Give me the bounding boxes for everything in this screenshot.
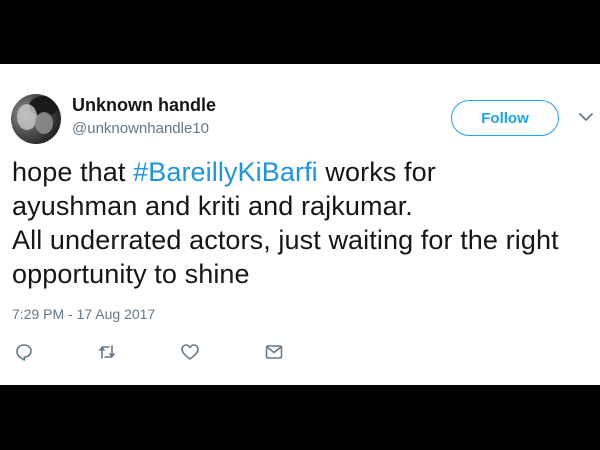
follow-button[interactable]: Follow <box>451 100 559 136</box>
display-name[interactable]: Unknown handle <box>72 95 216 116</box>
reply-icon[interactable] <box>14 342 34 362</box>
tweet-line-4: opportunity to shine <box>12 259 250 289</box>
direct-message-icon[interactable] <box>264 342 284 362</box>
avatar[interactable] <box>11 94 61 144</box>
user-handle[interactable]: @unknownhandle10 <box>72 120 209 137</box>
tweet-card: Unknown handle @unknownhandle10 Follow h… <box>0 64 600 385</box>
avatar-face-2 <box>35 112 53 134</box>
tweet-timestamp[interactable]: 7:29 PM - 17 Aug 2017 <box>12 306 155 322</box>
retweet-icon[interactable] <box>97 342 117 362</box>
like-icon[interactable] <box>180 342 200 362</box>
tweet-text: hope that #BareillyKiBarfi works for ayu… <box>12 155 597 291</box>
tweet-line-1: hope that #BareillyKiBarfi works for <box>12 155 597 189</box>
hashtag-link[interactable]: #BareillyKiBarfi <box>133 157 318 187</box>
tweet-text-suffix: works for <box>317 157 436 187</box>
tweet-text-prefix: hope that <box>12 157 134 187</box>
chevron-down-icon[interactable] <box>578 110 594 122</box>
tweet-line-2: ayushman and kriti and rajkumar. <box>12 191 413 221</box>
avatar-face <box>17 104 37 130</box>
tweet-line-3: All underrated actors, just waiting for … <box>12 225 559 255</box>
